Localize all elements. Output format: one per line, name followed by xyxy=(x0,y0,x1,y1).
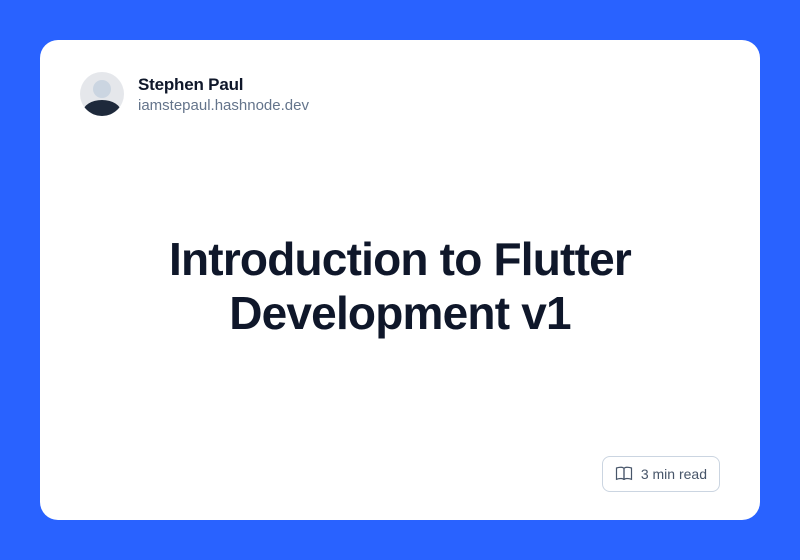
book-icon xyxy=(615,465,633,483)
read-time-badge: 3 min read xyxy=(602,456,720,492)
article-title: Introduction to Flutter Development v1 xyxy=(100,232,700,341)
author-info: Stephen Paul iamstepaul.hashnode.dev xyxy=(138,75,309,114)
read-time-text: 3 min read xyxy=(641,466,707,482)
author-name: Stephen Paul xyxy=(138,75,309,95)
title-container: Introduction to Flutter Development v1 xyxy=(80,116,720,456)
article-card: Stephen Paul iamstepaul.hashnode.dev Int… xyxy=(40,40,760,520)
author-domain: iamstepaul.hashnode.dev xyxy=(138,97,309,114)
author-header: Stephen Paul iamstepaul.hashnode.dev xyxy=(80,72,720,116)
footer: 3 min read xyxy=(80,456,720,492)
avatar xyxy=(80,72,124,116)
